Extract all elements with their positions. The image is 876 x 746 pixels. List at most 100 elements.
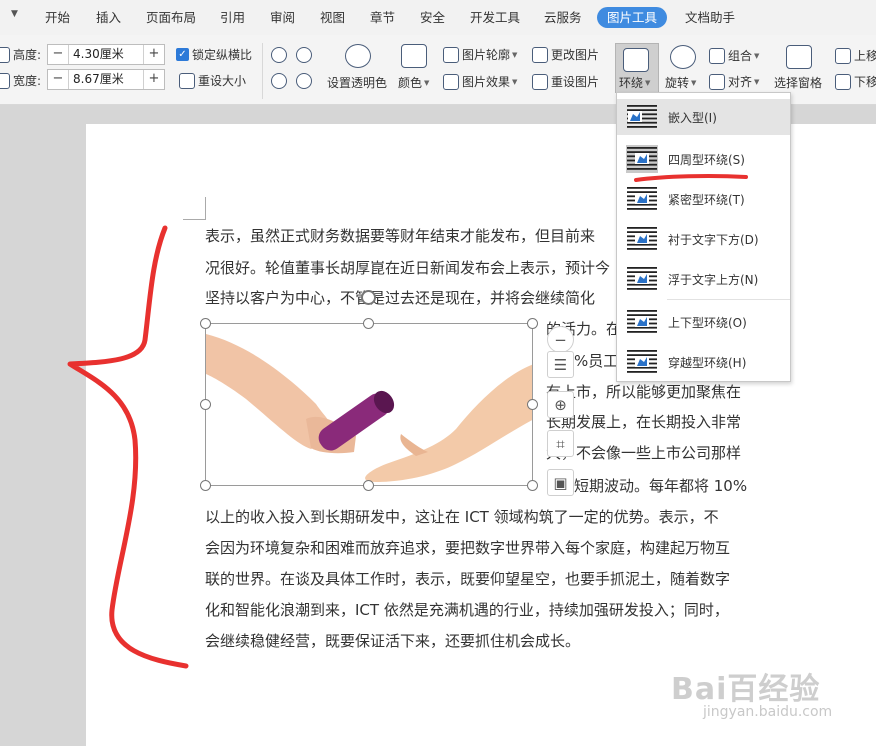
- resize-handle-left[interactable]: [200, 399, 211, 410]
- lock-aspect-ratio-checkbox[interactable]: ✓ 锁定纵横比: [176, 46, 252, 63]
- zoom-picture-button[interactable]: ⊕: [547, 391, 574, 418]
- selection-pane-label[interactable]: 选择窗格: [774, 74, 822, 91]
- tab-view[interactable]: 视图: [320, 8, 345, 28]
- reduce-contrast-button[interactable]: [296, 47, 315, 63]
- width-field-group: 宽度:: [0, 72, 41, 89]
- quick-access-chevron-icon[interactable]: ▼: [11, 9, 18, 19]
- text-line[interactable]: %员工: [574, 351, 618, 371]
- tab-doc-assistant[interactable]: 文档助手: [685, 8, 735, 28]
- resize-handle-bottom-left[interactable]: [200, 480, 211, 491]
- tab-section[interactable]: 章节: [370, 8, 395, 28]
- crop-icon: ⌗: [556, 434, 565, 453]
- text-line[interactable]: 以上的收入投入到长期研发中，这让在 ICT 领域构筑了一定的优势。表示，不: [205, 507, 719, 527]
- reduce-brightness-button[interactable]: [296, 73, 315, 89]
- width-decrease-button[interactable]: −: [48, 70, 68, 89]
- group-dropdown[interactable]: 组合 ▼: [709, 47, 759, 64]
- rotate-button[interactable]: [670, 45, 699, 69]
- set-transparent-label[interactable]: 设置透明色: [327, 74, 387, 91]
- text-line[interactable]: 坚持以客户为中心，不管是过去还是现在，并将会继续简化: [205, 288, 595, 308]
- change-picture-button[interactable]: 更改图片: [532, 46, 599, 63]
- resize-handle-right[interactable]: [527, 399, 538, 410]
- text-line[interactable]: 有上市，所以能够更加聚焦在: [546, 382, 741, 402]
- tab-references[interactable]: 引用: [220, 8, 245, 28]
- crop-picture-button[interactable]: ⌗: [547, 430, 574, 457]
- wrap-text-button[interactable]: 环绕 ▼: [615, 43, 659, 93]
- effects-icon: [443, 73, 459, 90]
- resize-handle-bottom[interactable]: [363, 480, 374, 491]
- resize-handle-top[interactable]: [363, 318, 374, 329]
- height-icon: [0, 46, 10, 63]
- text-line[interactable]: 化和智能化浪潮到来，ICT 依然是充满机遇的行业，持续加强研发投入；同时，: [205, 600, 729, 620]
- wrap-option-top-bottom[interactable]: 上下型环绕(O): [617, 304, 790, 340]
- text-line[interactable]: 表示，虽然正式财务数据要等财年结束才能发布，但目前来: [205, 226, 595, 246]
- group-icon: [709, 47, 725, 64]
- bring-forward-button[interactable]: 上移: [835, 47, 876, 64]
- text-line[interactable]: 短期波动。每年都将 10%: [574, 476, 747, 496]
- wrap-text-dropdown-menu: 嵌入型(I) 四周型环绕(S) 紧密型环绕(T) 衬于文字下方(D) 浮于文字上…: [616, 92, 791, 382]
- resize-handle-top-right[interactable]: [527, 318, 538, 329]
- tab-picture-tools[interactable]: 图片工具: [597, 7, 668, 28]
- tab-page-layout[interactable]: 页面布局: [146, 8, 196, 28]
- height-increase-button[interactable]: +: [144, 45, 164, 64]
- wrap-option-in-front-of-text[interactable]: 浮于文字上方(N): [617, 261, 790, 297]
- wrap-option-behind-text[interactable]: 衬于文字下方(D): [617, 221, 790, 257]
- dropdown-caret-icon: ▼: [754, 51, 760, 60]
- rotate-dropdown[interactable]: 旋转 ▼: [665, 74, 696, 91]
- align-dropdown[interactable]: 对齐 ▼: [709, 73, 759, 90]
- width-stepper[interactable]: − 8.67厘米 +: [47, 69, 165, 90]
- picture-effects-dropdown[interactable]: 图片效果 ▼: [443, 73, 517, 90]
- picture-settings-button[interactable]: ▣: [547, 469, 574, 496]
- reset-picture-button[interactable]: 重设图片: [532, 73, 599, 90]
- wrap-option-through[interactable]: 穿越型环绕(H): [617, 344, 790, 380]
- tab-developer[interactable]: 开发工具: [470, 8, 520, 28]
- wrap-option-label: 穿越型环绕(H): [668, 355, 747, 370]
- menu-tab-bar: ▼ 开始 插入 页面布局 引用 审阅 视图 章节 安全 开发工具 云服务 图片工…: [0, 0, 876, 35]
- tab-cloud-service[interactable]: 云服务: [544, 8, 582, 28]
- brightness-up-icon: [271, 73, 287, 89]
- selection-pane-button[interactable]: [786, 45, 815, 69]
- tab-home[interactable]: 开始: [45, 8, 70, 28]
- send-backward-icon: [835, 73, 851, 90]
- wrap-option-tight[interactable]: 紧密型环绕(T): [617, 181, 790, 217]
- picture-frame-icon: ▣: [553, 473, 568, 492]
- wrap-option-square[interactable]: 四周型环绕(S): [617, 141, 790, 177]
- send-backward-label: 下移: [854, 75, 876, 89]
- height-stepper[interactable]: − 4.30厘米 +: [47, 44, 165, 65]
- text-line[interactable]: 长期发展上，在长期投入非常: [546, 412, 741, 432]
- width-input[interactable]: 8.67厘米: [68, 70, 144, 89]
- selected-picture[interactable]: [205, 323, 533, 486]
- text-line[interactable]: 大，不会像一些上市公司那样: [546, 443, 741, 463]
- add-contrast-button[interactable]: [271, 47, 290, 63]
- picture-outline-dropdown[interactable]: 图片轮廓 ▼: [443, 46, 517, 63]
- picture-effects-label: 图片效果: [462, 75, 511, 89]
- wrap-option-inline[interactable]: 嵌入型(I): [617, 99, 790, 135]
- resize-handle-bottom-right[interactable]: [527, 480, 538, 491]
- tab-review[interactable]: 审阅: [270, 8, 295, 28]
- add-brightness-button[interactable]: [271, 73, 290, 89]
- layout-options-button[interactable]: ☰: [547, 351, 574, 378]
- width-increase-button[interactable]: +: [144, 70, 164, 89]
- through-wrap-icon: [626, 348, 658, 376]
- reset-picture-icon: [532, 73, 548, 90]
- rotate-handle[interactable]: [361, 290, 376, 305]
- text-line[interactable]: 联的世界。在谈及具体工作时，表示，既要仰望星空，也要手抓泥土，随着数字: [205, 569, 730, 589]
- text-line[interactable]: 会因为环境复杂和困难而放弃追求，要把数字世界带入每个家庭，构建起万物互: [205, 538, 730, 558]
- tab-security[interactable]: 安全: [420, 8, 445, 28]
- send-backward-button[interactable]: 下移: [835, 73, 876, 90]
- reset-picture-label: 重设图片: [551, 75, 600, 89]
- height-decrease-button[interactable]: −: [48, 45, 68, 64]
- color-dropdown[interactable]: 颜色 ▼: [398, 74, 429, 91]
- reset-size-button[interactable]: 重设大小: [179, 72, 246, 89]
- text-line[interactable]: 况很好。轮值董事长胡厚崑在近日新闻发布会上表示，预计今: [205, 258, 610, 278]
- color-button[interactable]: [401, 44, 430, 68]
- transparent-color-button[interactable]: [345, 44, 374, 68]
- tab-insert[interactable]: 插入: [96, 8, 121, 28]
- height-input[interactable]: 4.30厘米: [68, 45, 144, 64]
- align-label: 对齐: [728, 75, 753, 89]
- collapse-tools-button[interactable]: −: [547, 326, 574, 353]
- resize-handle-top-left[interactable]: [200, 318, 211, 329]
- width-label: 宽度:: [13, 74, 42, 88]
- text-line[interactable]: 会继续稳健经营，既要保证活下来，还要抓住机会成长。: [205, 631, 580, 651]
- height-field-group: 高度:: [0, 46, 41, 63]
- reset-size-icon: [179, 72, 195, 89]
